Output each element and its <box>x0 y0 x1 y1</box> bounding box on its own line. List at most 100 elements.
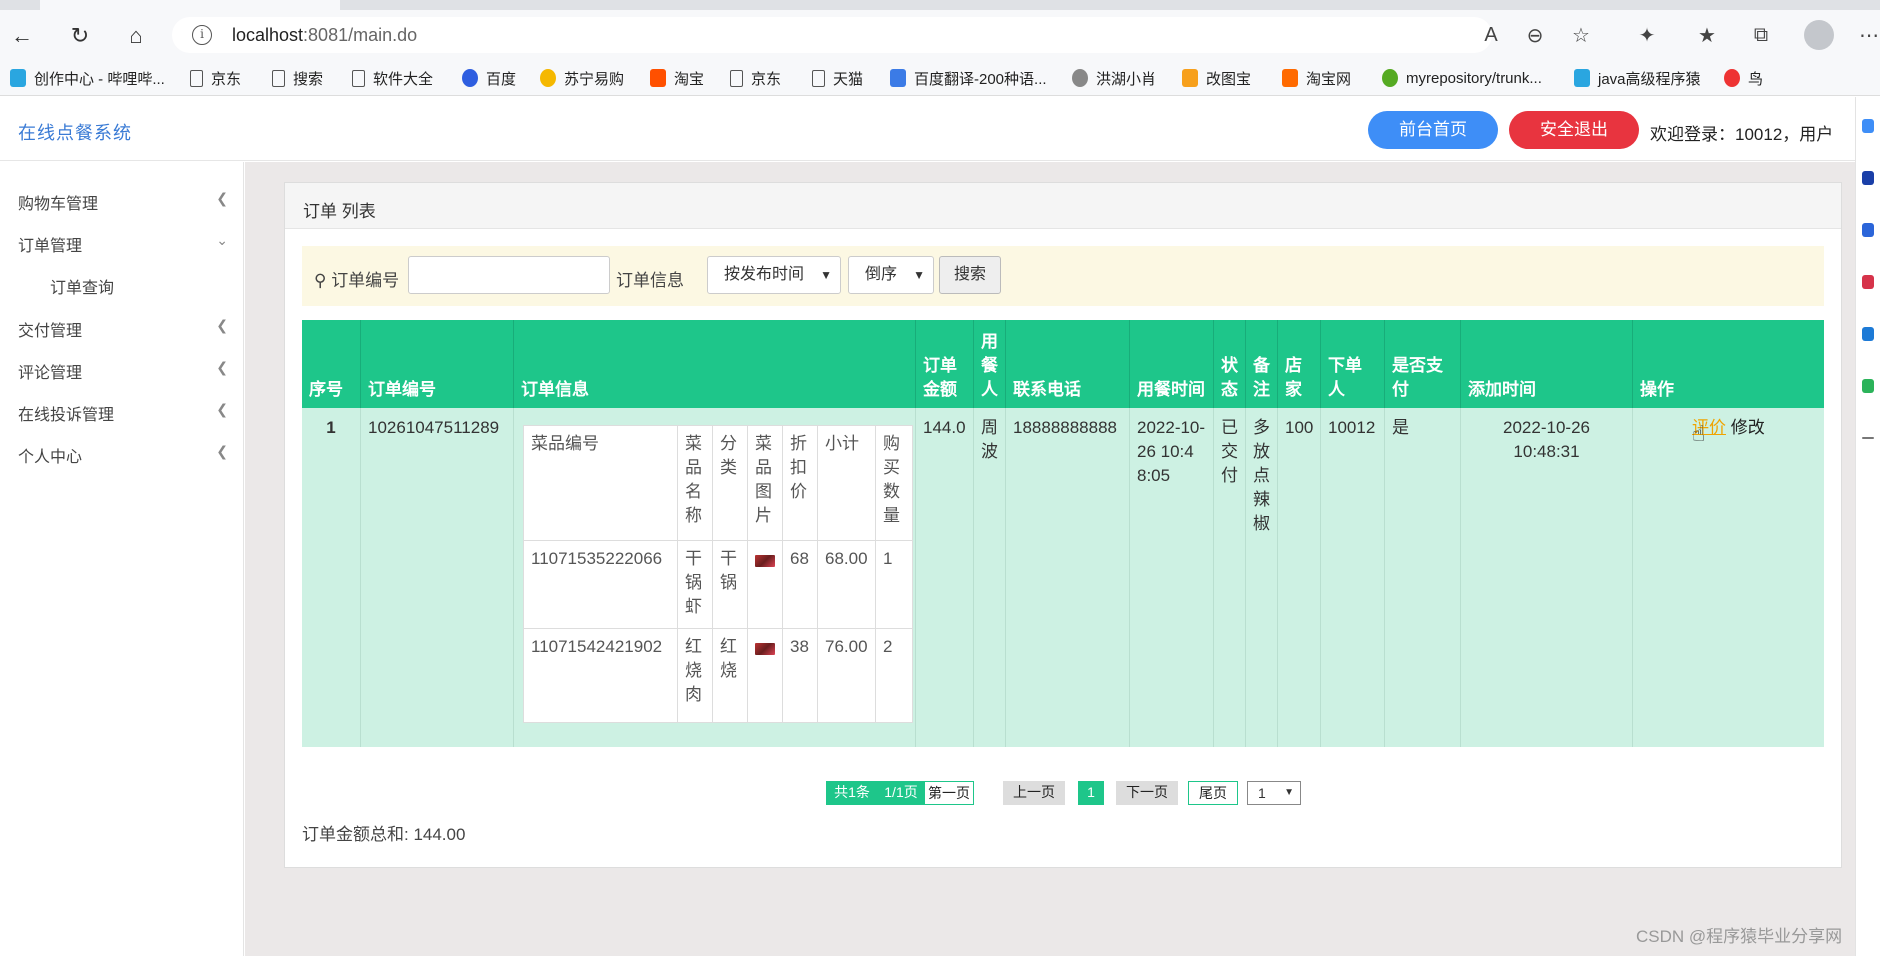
collections-icon[interactable]: ⧉ <box>1748 22 1774 48</box>
item-name: 红烧肉 <box>678 629 713 722</box>
item-price: 38 <box>783 629 818 722</box>
item-category: 干锅 <box>713 541 748 629</box>
bookmark-label: 改图宝 <box>1206 70 1252 88</box>
panel-title: 订单 列表 <box>303 202 376 221</box>
extensions-icon[interactable]: ✦ <box>1634 22 1660 48</box>
sidebar-item-complaints[interactable]: 在线投诉管理 ❮ <box>18 401 228 425</box>
chevron-down-icon: ⌄ <box>216 232 228 248</box>
bird-icon <box>1724 69 1740 87</box>
edge-app-icon[interactable] <box>1862 223 1874 237</box>
pager-prev-button[interactable]: 上一页 <box>1003 781 1065 805</box>
item-image <box>748 541 783 629</box>
bookmark-label: 创作中心 - 哔哩哔... <box>34 70 165 88</box>
bookmark-item[interactable]: 洪湖小肖 <box>1072 67 1156 89</box>
profile-avatar-icon[interactable] <box>1804 20 1834 50</box>
site-info-icon[interactable]: i <box>192 25 212 45</box>
add-icon[interactable] <box>1862 437 1874 439</box>
reload-icon[interactable]: ↻ <box>66 22 94 50</box>
sort-field-select[interactable]: 按发布时间 ▼ <box>707 256 841 294</box>
logout-button[interactable]: 安全退出 <box>1509 111 1639 149</box>
chevron-left-icon: ❮ <box>216 190 228 206</box>
pager-pages: 1/1页 <box>878 781 924 805</box>
col-header-paid-text: 是否支付 <box>1392 356 1443 399</box>
pager-current-page[interactable]: 1 <box>1078 781 1104 805</box>
zoom-out-icon[interactable]: ⊖ <box>1522 22 1548 48</box>
pager-page-select[interactable]: 1 ▼ <box>1247 781 1301 805</box>
edge-app-icon[interactable] <box>1862 275 1874 289</box>
bookmark-item[interactable]: 改图宝 <box>1182 67 1251 89</box>
chevron-down-icon: ▼ <box>820 268 832 282</box>
home-icon[interactable]: ⌂ <box>122 22 150 50</box>
item-category-text: 干锅 <box>720 549 737 592</box>
item-price: 68 <box>783 541 818 629</box>
baidu-icon <box>462 69 478 87</box>
more-icon[interactable]: ⋯ <box>1856 22 1880 48</box>
brand-title[interactable]: 在线点餐系统 <box>18 119 132 145</box>
search-button[interactable]: 搜索 <box>939 256 1001 294</box>
bookmark-item[interactable]: 京东 <box>730 67 781 89</box>
bookmark-label: myrepository/trunk... <box>1406 69 1542 87</box>
sort-order-value: 倒序 <box>865 266 898 283</box>
search-icon: ⚲ <box>314 271 327 290</box>
edge-app-icon[interactable] <box>1862 171 1874 185</box>
edge-app-icon[interactable] <box>1862 379 1874 393</box>
gaitubao-icon <box>1182 69 1198 87</box>
bookmark-label: 淘宝 <box>674 70 705 88</box>
food-image-icon[interactable] <box>755 555 775 567</box>
bookmark-item[interactable]: 搜索 <box>272 67 323 89</box>
order-no-input[interactable] <box>408 256 610 294</box>
edge-app-icon[interactable] <box>1862 119 1874 133</box>
sidebar-subitem-order-query[interactable]: 订单查询 <box>50 274 114 298</box>
bookmark-label: 天猫 <box>833 70 864 88</box>
col-header-shop: 店家 <box>1278 320 1321 408</box>
bookmark-item[interactable]: java高级程序猿 <box>1574 67 1701 89</box>
bookmark-item[interactable]: 淘宝网 <box>1282 67 1351 89</box>
bookmark-item[interactable]: 软件大全 <box>352 67 433 89</box>
bookmark-item[interactable]: 鸟 <box>1724 67 1763 89</box>
cell-paid: 是 <box>1385 408 1461 747</box>
sidebar-item-cart[interactable]: 购物车管理 ❮ <box>18 190 228 214</box>
bookmark-label: 淘宝网 <box>1306 70 1352 88</box>
bookmark-item[interactable]: 淘宝 <box>650 67 704 89</box>
read-aloud-icon[interactable]: A <box>1478 22 1504 48</box>
pager-next-button[interactable]: 下一页 <box>1116 781 1178 805</box>
cell-status: 已交付 <box>1214 408 1246 747</box>
page-icon <box>272 69 285 87</box>
favorite-add-icon[interactable]: ☆ <box>1568 22 1594 48</box>
bookmark-item[interactable]: 百度 <box>462 67 516 89</box>
edit-link[interactable]: 修改 <box>1731 418 1765 437</box>
url-input[interactable]: i localhost:8081/main.do <box>172 17 1492 53</box>
sort-order-select[interactable]: 倒序 ▼ <box>848 256 934 294</box>
food-image-icon[interactable] <box>755 643 775 655</box>
items-header-category-text: 分类 <box>720 434 737 477</box>
chevron-left-icon: ❮ <box>216 443 228 459</box>
sidebar-item-label: 在线投诉管理 <box>18 407 115 424</box>
page-icon <box>352 69 365 87</box>
bookmark-item[interactable]: 天猫 <box>812 67 863 89</box>
sidebar-item-profile[interactable]: 个人中心 ❮ <box>18 443 228 467</box>
items-header-code: 菜品编号 <box>524 426 678 541</box>
item-qty: 2 <box>883 637 893 656</box>
col-header-actions: 操作 <box>1633 320 1824 408</box>
favorites-icon[interactable]: ★ <box>1694 22 1720 48</box>
order-no-label: ⚲ 订单编号 <box>314 266 399 291</box>
sidebar-item-delivery[interactable]: 交付管理 ❮ <box>18 317 228 341</box>
pager-first-button[interactable]: 第一页 <box>924 781 974 805</box>
sidebar-item-orders[interactable]: 订单管理 ⌄ <box>18 232 228 256</box>
col-header-meal-time: 用餐时间 <box>1130 320 1214 408</box>
bookmark-item[interactable]: myrepository/trunk... <box>1382 67 1542 89</box>
bookmark-item[interactable]: 苏宁易购 <box>540 67 624 89</box>
bookmark-item[interactable]: 创作中心 - 哔哩哔... <box>10 67 165 89</box>
order-info-label: 订单信息 <box>616 271 684 290</box>
edge-app-icon[interactable] <box>1862 327 1874 341</box>
taobao-icon <box>1282 69 1298 87</box>
back-icon[interactable]: ← <box>8 22 36 50</box>
bookmark-label: 百度 <box>486 70 517 88</box>
bookmark-item[interactable]: 京东 <box>190 67 241 89</box>
col-header-diner-text: 用餐人 <box>981 332 998 399</box>
front-home-button[interactable]: 前台首页 <box>1368 111 1498 149</box>
sidebar-item-comments[interactable]: 评论管理 ❮ <box>18 359 228 383</box>
bookmark-item[interactable]: 百度翻译-200种语... <box>890 67 1047 89</box>
pager-last-button[interactable]: 尾页 <box>1188 781 1238 805</box>
active-tab[interactable] <box>40 0 340 10</box>
